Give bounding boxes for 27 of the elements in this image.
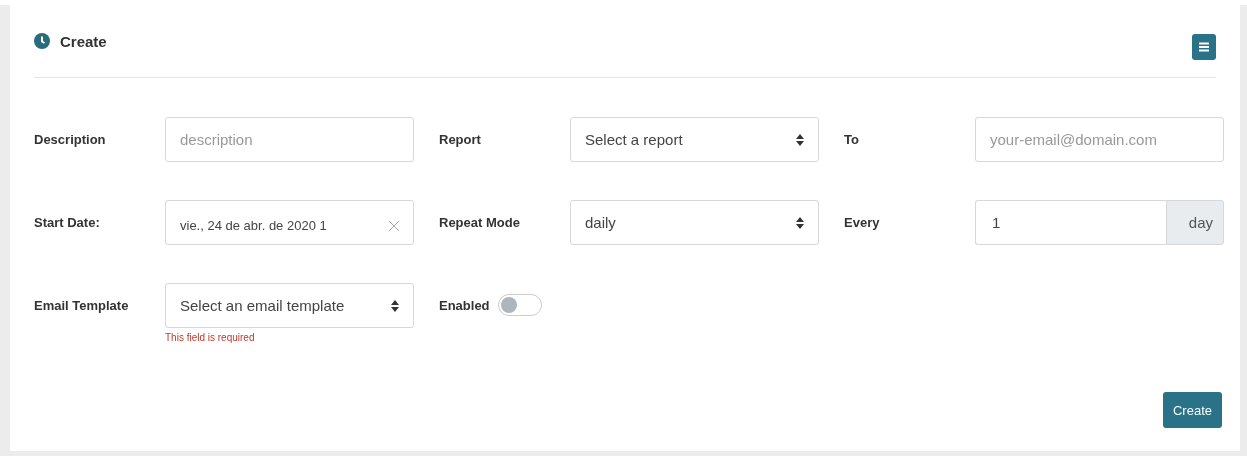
select-field[interactable]: Select a report [570,117,819,162]
field-label: Enabled [439,297,490,313]
text-field[interactable]: your-email@domain.com [975,117,1224,162]
text-field[interactable]: description [165,117,414,162]
field-label: Every [844,214,881,230]
date-field[interactable]: vie., 24 de abr. de 2020 1 [165,200,414,245]
sort-icon [796,133,804,146]
menu-button[interactable] [1192,34,1216,60]
field-label: Repeat Mode [439,214,521,230]
field-label: To [844,131,860,147]
menu-icon [1199,42,1209,52]
field-label: Report [439,131,482,147]
sort-icon [796,216,804,229]
field-label: Start Date: [34,214,101,230]
clock-icon [34,33,50,49]
field-label: Description [34,131,107,147]
field-label: Email Template [34,297,130,313]
number-field[interactable]: 1 [975,200,1166,245]
error-message: This field is required [165,332,255,343]
sort-icon [391,299,399,312]
create-button[interactable]: Create [1162,392,1222,428]
select-field[interactable]: daily [570,200,819,245]
card-title: Create [60,32,107,50]
select-field[interactable]: Select an email template [165,283,414,328]
unit-label: day [1166,200,1224,245]
toggle-switch[interactable] [497,294,542,316]
close-icon[interactable] [389,220,399,231]
